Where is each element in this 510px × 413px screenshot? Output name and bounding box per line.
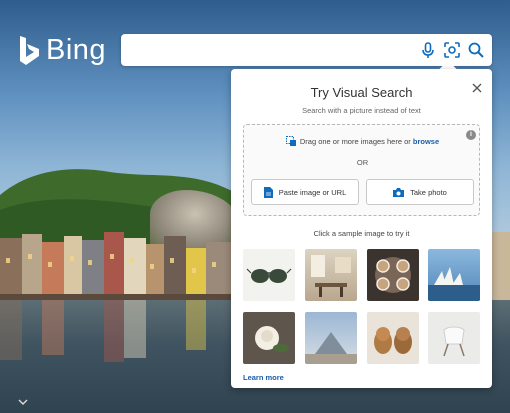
- dining-room-image: [311, 255, 351, 297]
- sunglasses-image: [246, 268, 292, 283]
- sample-image-dining-room[interactable]: [305, 249, 357, 301]
- chevron-down-icon[interactable]: [18, 398, 28, 406]
- sample-image-puppies[interactable]: [367, 312, 419, 364]
- visual-search-panel: Try Visual Search Search with a picture …: [231, 69, 492, 388]
- photo-label: Take photo: [410, 187, 447, 197]
- puppies-image: [374, 327, 412, 354]
- sample-image-sunglasses[interactable]: [243, 249, 295, 301]
- search-input[interactable]: [131, 40, 411, 60]
- latte-cups-image: [375, 257, 411, 293]
- camera-icon: [393, 187, 405, 197]
- microphone-icon[interactable]: [419, 41, 437, 59]
- panel-title: Try Visual Search: [310, 85, 413, 100]
- paste-icon: [263, 186, 273, 198]
- sample-image-latte-cups[interactable]: [367, 249, 419, 301]
- browse-link[interactable]: browse: [413, 137, 439, 146]
- close-icon[interactable]: [471, 82, 483, 94]
- bing-logo[interactable]: Bing: [18, 34, 106, 67]
- white-chair-image: [443, 326, 465, 357]
- learn-more-link[interactable]: Learn more: [243, 373, 284, 382]
- drag-image-icon: [285, 136, 296, 146]
- paste-image-button[interactable]: Paste image or URL: [251, 179, 359, 205]
- sample-image-sydney-opera-house[interactable]: [428, 249, 480, 301]
- sample-image-white-rose[interactable]: [243, 312, 295, 364]
- opera-house-image: [428, 267, 480, 301]
- bing-logo-icon: [20, 35, 39, 65]
- search-bar: [121, 34, 492, 66]
- drop-zone[interactable]: i Drag one or more images here or browse…: [243, 124, 480, 216]
- or-divider: OR: [356, 158, 369, 167]
- visual-search-icon[interactable]: [443, 41, 461, 59]
- take-photo-button[interactable]: Take photo: [366, 179, 474, 205]
- paste-label: Paste image or URL: [278, 187, 347, 197]
- sample-image-louvre-pyramid[interactable]: [305, 312, 357, 364]
- bing-logo-text: Bing: [46, 34, 107, 66]
- white-rose-image: [255, 326, 289, 352]
- search-icon[interactable]: [467, 41, 485, 59]
- louvre-pyramid-image: [305, 332, 357, 364]
- drag-text: Drag one or more images here or: [299, 137, 411, 146]
- drag-row: Drag one or more images here or browse: [244, 136, 481, 146]
- sample-image-white-chair[interactable]: [428, 312, 480, 364]
- sample-prompt: Click a sample image to try it: [313, 229, 410, 238]
- panel-subtitle: Search with a picture instead of text: [302, 106, 421, 115]
